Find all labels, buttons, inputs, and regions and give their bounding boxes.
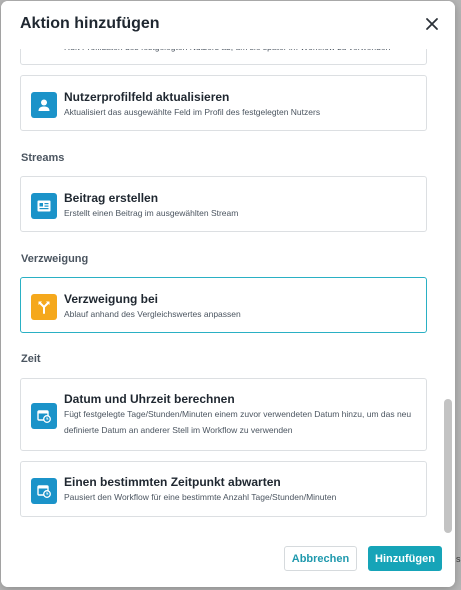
action-card-description: Erstellt einen Beitrag im ausgewählten S…: [64, 208, 239, 218]
action-card-branch[interactable]: Verzweigung bei Ablauf anhand des Vergle…: [20, 277, 427, 333]
add-button[interactable]: Hinzufügen: [368, 546, 442, 571]
action-card-description: Ablauf anhand des Vergleichswertes anpas…: [64, 309, 241, 319]
action-card-create-post[interactable]: Beitrag erstellen Erstellt einen Beitrag…: [20, 176, 427, 232]
action-card-title: Datum und Uhrzeit berechnen: [64, 392, 235, 406]
section-label-streams: Streams: [21, 152, 65, 164]
action-card-title: Verzweigung bei: [64, 292, 159, 306]
calendar-clock-icon: [31, 403, 57, 429]
user-icon: [31, 92, 57, 118]
actions-scroll-area[interactable]: Ruft Profildaten des festgelegten Nutzer…: [1, 31, 455, 536]
background-text-fragment: s: [456, 554, 461, 564]
action-card-description: Pausiert den Workflow für eine bestimmte…: [64, 492, 337, 502]
scrollbar-thumb[interactable]: [444, 399, 452, 533]
action-card-calc-datetime[interactable]: Datum und Uhrzeit berechnen Fügt festgel…: [20, 378, 427, 451]
calendar-clock-icon: [31, 478, 57, 504]
dialog-header: Aktion hinzufügen: [1, 1, 455, 49]
action-card-description: Fügt festgelegte Tage/Stunden/Minuten ei…: [64, 409, 412, 435]
post-card-icon: [31, 193, 57, 219]
dialog-footer: Abbrechen Hinzufügen: [1, 536, 455, 587]
section-label-branching: Verzweigung: [21, 253, 89, 265]
add-action-dialog: Ruft Profildaten des festgelegten Nutzer…: [1, 1, 455, 587]
cancel-button[interactable]: Abbrechen: [284, 546, 357, 571]
close-icon[interactable]: [424, 16, 440, 32]
action-card-wait-until[interactable]: Einen bestimmten Zeitpunkt abwarten Paus…: [20, 461, 427, 517]
action-card-description: Aktualisiert das ausgewählte Feld im Pro…: [64, 107, 321, 117]
branch-icon: [31, 294, 57, 320]
action-card-title: Nutzerprofilfeld aktualisieren: [64, 90, 230, 104]
action-card-title: Beitrag erstellen: [64, 191, 159, 205]
dialog-title: Aktion hinzufügen: [20, 15, 160, 32]
section-label-time: Zeit: [21, 353, 41, 365]
action-card-title: Einen bestimmten Zeitpunkt abwarten: [64, 475, 281, 489]
action-card-update-profile-field[interactable]: Nutzerprofilfeld aktualisieren Aktualisi…: [20, 75, 427, 131]
